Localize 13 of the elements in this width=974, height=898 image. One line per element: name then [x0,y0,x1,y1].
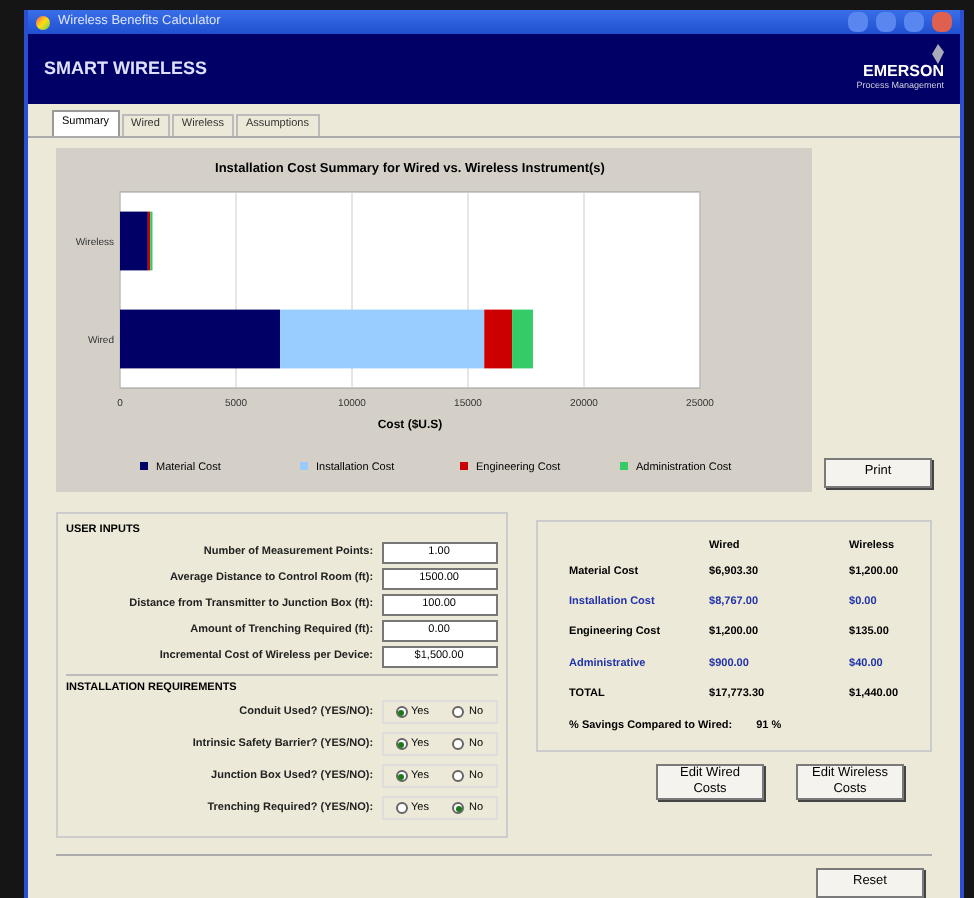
radio-button[interactable] [395,738,408,750]
radio-button[interactable] [452,770,465,782]
product-title: SMART WIRELESS [44,55,208,82]
radio-button[interactable] [395,770,408,782]
brand-name: EMERSON [863,63,944,80]
radio-button[interactable] [395,706,408,718]
bar-segment [512,308,533,368]
radio-button[interactable] [452,706,465,718]
radio-button[interactable] [452,738,465,750]
radio-button[interactable] [452,802,465,814]
radio-button[interactable] [395,802,408,814]
logo-icon [932,43,944,64]
app-icon [36,15,50,30]
